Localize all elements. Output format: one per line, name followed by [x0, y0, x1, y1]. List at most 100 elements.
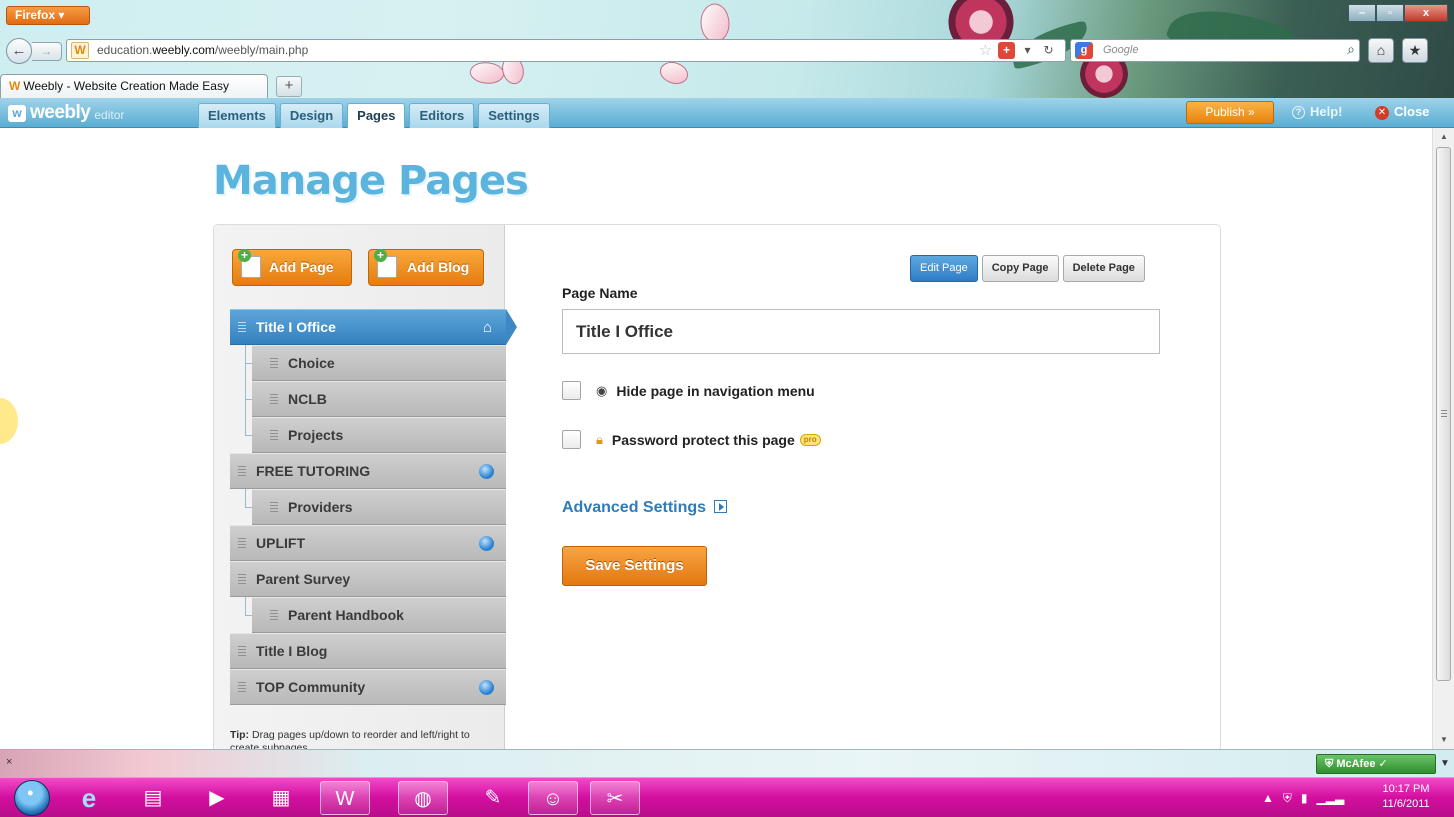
delete-page-button[interactable]: Delete Page — [1062, 255, 1145, 282]
tip-text: Drag pages up/down to reorder and left/r… — [230, 729, 470, 749]
edit-page-button[interactable]: Edit Page — [910, 255, 978, 282]
search-placeholder: Google — [1103, 44, 1139, 56]
dropdown-arrow-icon[interactable]: ▾ — [1019, 42, 1036, 59]
drag-handle-icon[interactable] — [270, 502, 278, 513]
drag-handle-icon[interactable] — [270, 358, 278, 369]
page-item-parent-handbook[interactable]: Parent Handbook — [252, 597, 506, 633]
forward-arrow-icon[interactable]: → — [32, 42, 62, 61]
page-item-label: NCLB — [288, 391, 327, 407]
bookmark-star-icon[interactable]: ☆ — [977, 42, 994, 59]
show-hidden-icons-icon[interactable]: ▲ — [1262, 791, 1274, 805]
drag-handle-icon[interactable] — [238, 682, 246, 693]
publish-button[interactable]: Publish » — [1186, 101, 1274, 124]
lock-icon: 🔒︎ — [596, 431, 603, 447]
tab-elements[interactable]: Elements — [198, 103, 276, 129]
page-item-providers[interactable]: Providers — [252, 489, 506, 525]
save-settings-button[interactable]: Save Settings — [562, 546, 707, 586]
google-search-engine-icon[interactable]: g — [1075, 42, 1093, 59]
mcafee-dropdown-icon[interactable]: ▼ — [1440, 758, 1450, 769]
page-item-uplift[interactable]: UPLIFT — [230, 525, 506, 561]
browser-tab[interactable]: W Weebly - Website Creation Made Easy — [0, 74, 268, 98]
page-item-parent-survey[interactable]: Parent Survey — [230, 561, 506, 597]
tab-pages[interactable]: Pages — [347, 103, 406, 130]
help-link[interactable]: ? Help! — [1292, 104, 1343, 119]
page-item-choice[interactable]: Choice — [252, 345, 506, 381]
addon-bar: × ⛨ McAfee ✓ ▼ — [0, 749, 1454, 777]
tab-settings[interactable]: Settings — [478, 103, 550, 129]
scroll-up-arrow-icon[interactable]: ▲ — [1433, 128, 1454, 146]
tree-connector — [245, 489, 246, 507]
scrollbar-thumb[interactable] — [1436, 147, 1451, 681]
maximize-icon[interactable]: ▫ — [1376, 4, 1404, 22]
page-item-title-i-blog[interactable]: Title I Blog — [230, 633, 506, 669]
drag-handle-icon[interactable] — [270, 610, 278, 621]
firefox-menu-label: Firefox — [15, 8, 56, 22]
mcafee-tray-icon[interactable]: ⛨ — [1283, 791, 1292, 806]
add-page-icon — [238, 249, 261, 278]
drag-handle-icon[interactable] — [270, 394, 278, 405]
tree-connector — [245, 597, 246, 615]
paint-icon[interactable]: ✎ — [468, 781, 518, 815]
page-item-top-community[interactable]: TOP Community — [230, 669, 506, 705]
power-icon[interactable]: ▮ — [1301, 791, 1308, 805]
drag-handle-icon[interactable] — [270, 430, 278, 441]
media-player-icon[interactable]: ▶ — [192, 781, 242, 815]
back-arrow-icon[interactable]: ← — [6, 38, 32, 64]
advanced-settings-link[interactable]: Advanced Settings — [562, 499, 728, 517]
drag-handle-icon[interactable] — [238, 538, 246, 549]
copy-page-button[interactable]: Copy Page — [981, 255, 1059, 282]
close-editor-link[interactable]: ✕ Close — [1375, 104, 1429, 120]
page-item-nclb[interactable]: NCLB — [252, 381, 506, 417]
drag-handle-icon[interactable] — [238, 646, 246, 657]
browser-chrome: Firefox ▾ – ▫ x ← → W education.weebly.c… — [0, 0, 1454, 100]
bookmarks-icon[interactable]: ★ — [1402, 38, 1428, 63]
search-icon[interactable]: ⌕ — [1347, 41, 1355, 58]
hide-page-checkbox[interactable] — [562, 381, 581, 400]
snipping-tool-icon[interactable]: ✂ — [590, 781, 640, 815]
tab-favicon-icon: W — [9, 79, 21, 93]
add-page-button[interactable]: Add Page — [232, 249, 352, 286]
internet-explorer-icon[interactable]: e — [64, 781, 114, 815]
page-item-title-i-office[interactable]: Title I Office ⌂ — [230, 309, 517, 345]
minimize-icon[interactable]: – — [1348, 4, 1376, 22]
drag-handle-icon[interactable] — [238, 466, 246, 477]
yahoo-messenger-icon[interactable]: ☺ — [528, 781, 578, 815]
add-blog-button[interactable]: Add Blog — [368, 249, 484, 286]
reload-icon[interactable]: ↻ — [1040, 42, 1057, 59]
mcafee-status-button[interactable]: ⛨ McAfee ✓ — [1316, 754, 1436, 774]
calculator-icon[interactable]: ▦ — [256, 781, 306, 815]
window-close-icon[interactable]: x — [1404, 4, 1448, 22]
network-signal-icon[interactable]: ▁▂▃ — [1317, 791, 1345, 805]
address-bar[interactable]: W education.weebly.com/weebly/main.php ☆… — [66, 39, 1066, 62]
page-item-free-tutoring[interactable]: FREE TUTORING — [230, 453, 506, 489]
vertical-scrollbar[interactable]: ▲ ▼ — [1432, 128, 1454, 749]
addon-red-icon[interactable]: + — [998, 42, 1015, 59]
start-menu-icon[interactable] — [14, 780, 50, 816]
page-item-label: Title I Blog — [256, 643, 328, 659]
system-clock[interactable]: 10:17 PM 11/6/2011 — [1364, 782, 1448, 812]
word-icon[interactable]: W — [320, 781, 370, 815]
firefox-menu-button[interactable]: Firefox ▾ — [6, 6, 90, 25]
page-item-label: Providers — [288, 499, 353, 515]
scroll-down-arrow-icon[interactable]: ▼ — [1433, 731, 1454, 749]
tab-editors[interactable]: Editors — [409, 103, 475, 129]
drag-handle-icon[interactable] — [238, 322, 246, 333]
page-name-field[interactable] — [562, 309, 1160, 354]
home-icon[interactable]: ⌂ — [1368, 38, 1394, 63]
tab-title: Weebly - Website Creation Made Easy — [23, 79, 229, 93]
password-protect-checkbox[interactable] — [562, 430, 581, 449]
file-explorer-icon[interactable]: ▤ — [128, 781, 178, 815]
page-item-projects[interactable]: Projects — [252, 417, 506, 453]
tab-design[interactable]: Design — [279, 103, 344, 129]
help-label: Help! — [1310, 104, 1343, 119]
new-tab-button[interactable]: + — [276, 76, 302, 97]
editor-tabs: Elements Design Pages Editors Settings — [198, 103, 550, 130]
password-row: 🔒︎ Password protect this page pro — [562, 430, 821, 449]
home-page-icon: ⌂ — [482, 319, 492, 336]
firefox-taskbar-icon[interactable]: ◍ — [398, 781, 448, 815]
add-blog-icon — [374, 249, 397, 278]
search-input[interactable]: g Google ⌕ — [1070, 39, 1360, 62]
expand-arrow-icon — [714, 500, 728, 513]
addon-bar-close-icon[interactable]: × — [6, 756, 12, 768]
drag-handle-icon[interactable] — [238, 574, 246, 585]
